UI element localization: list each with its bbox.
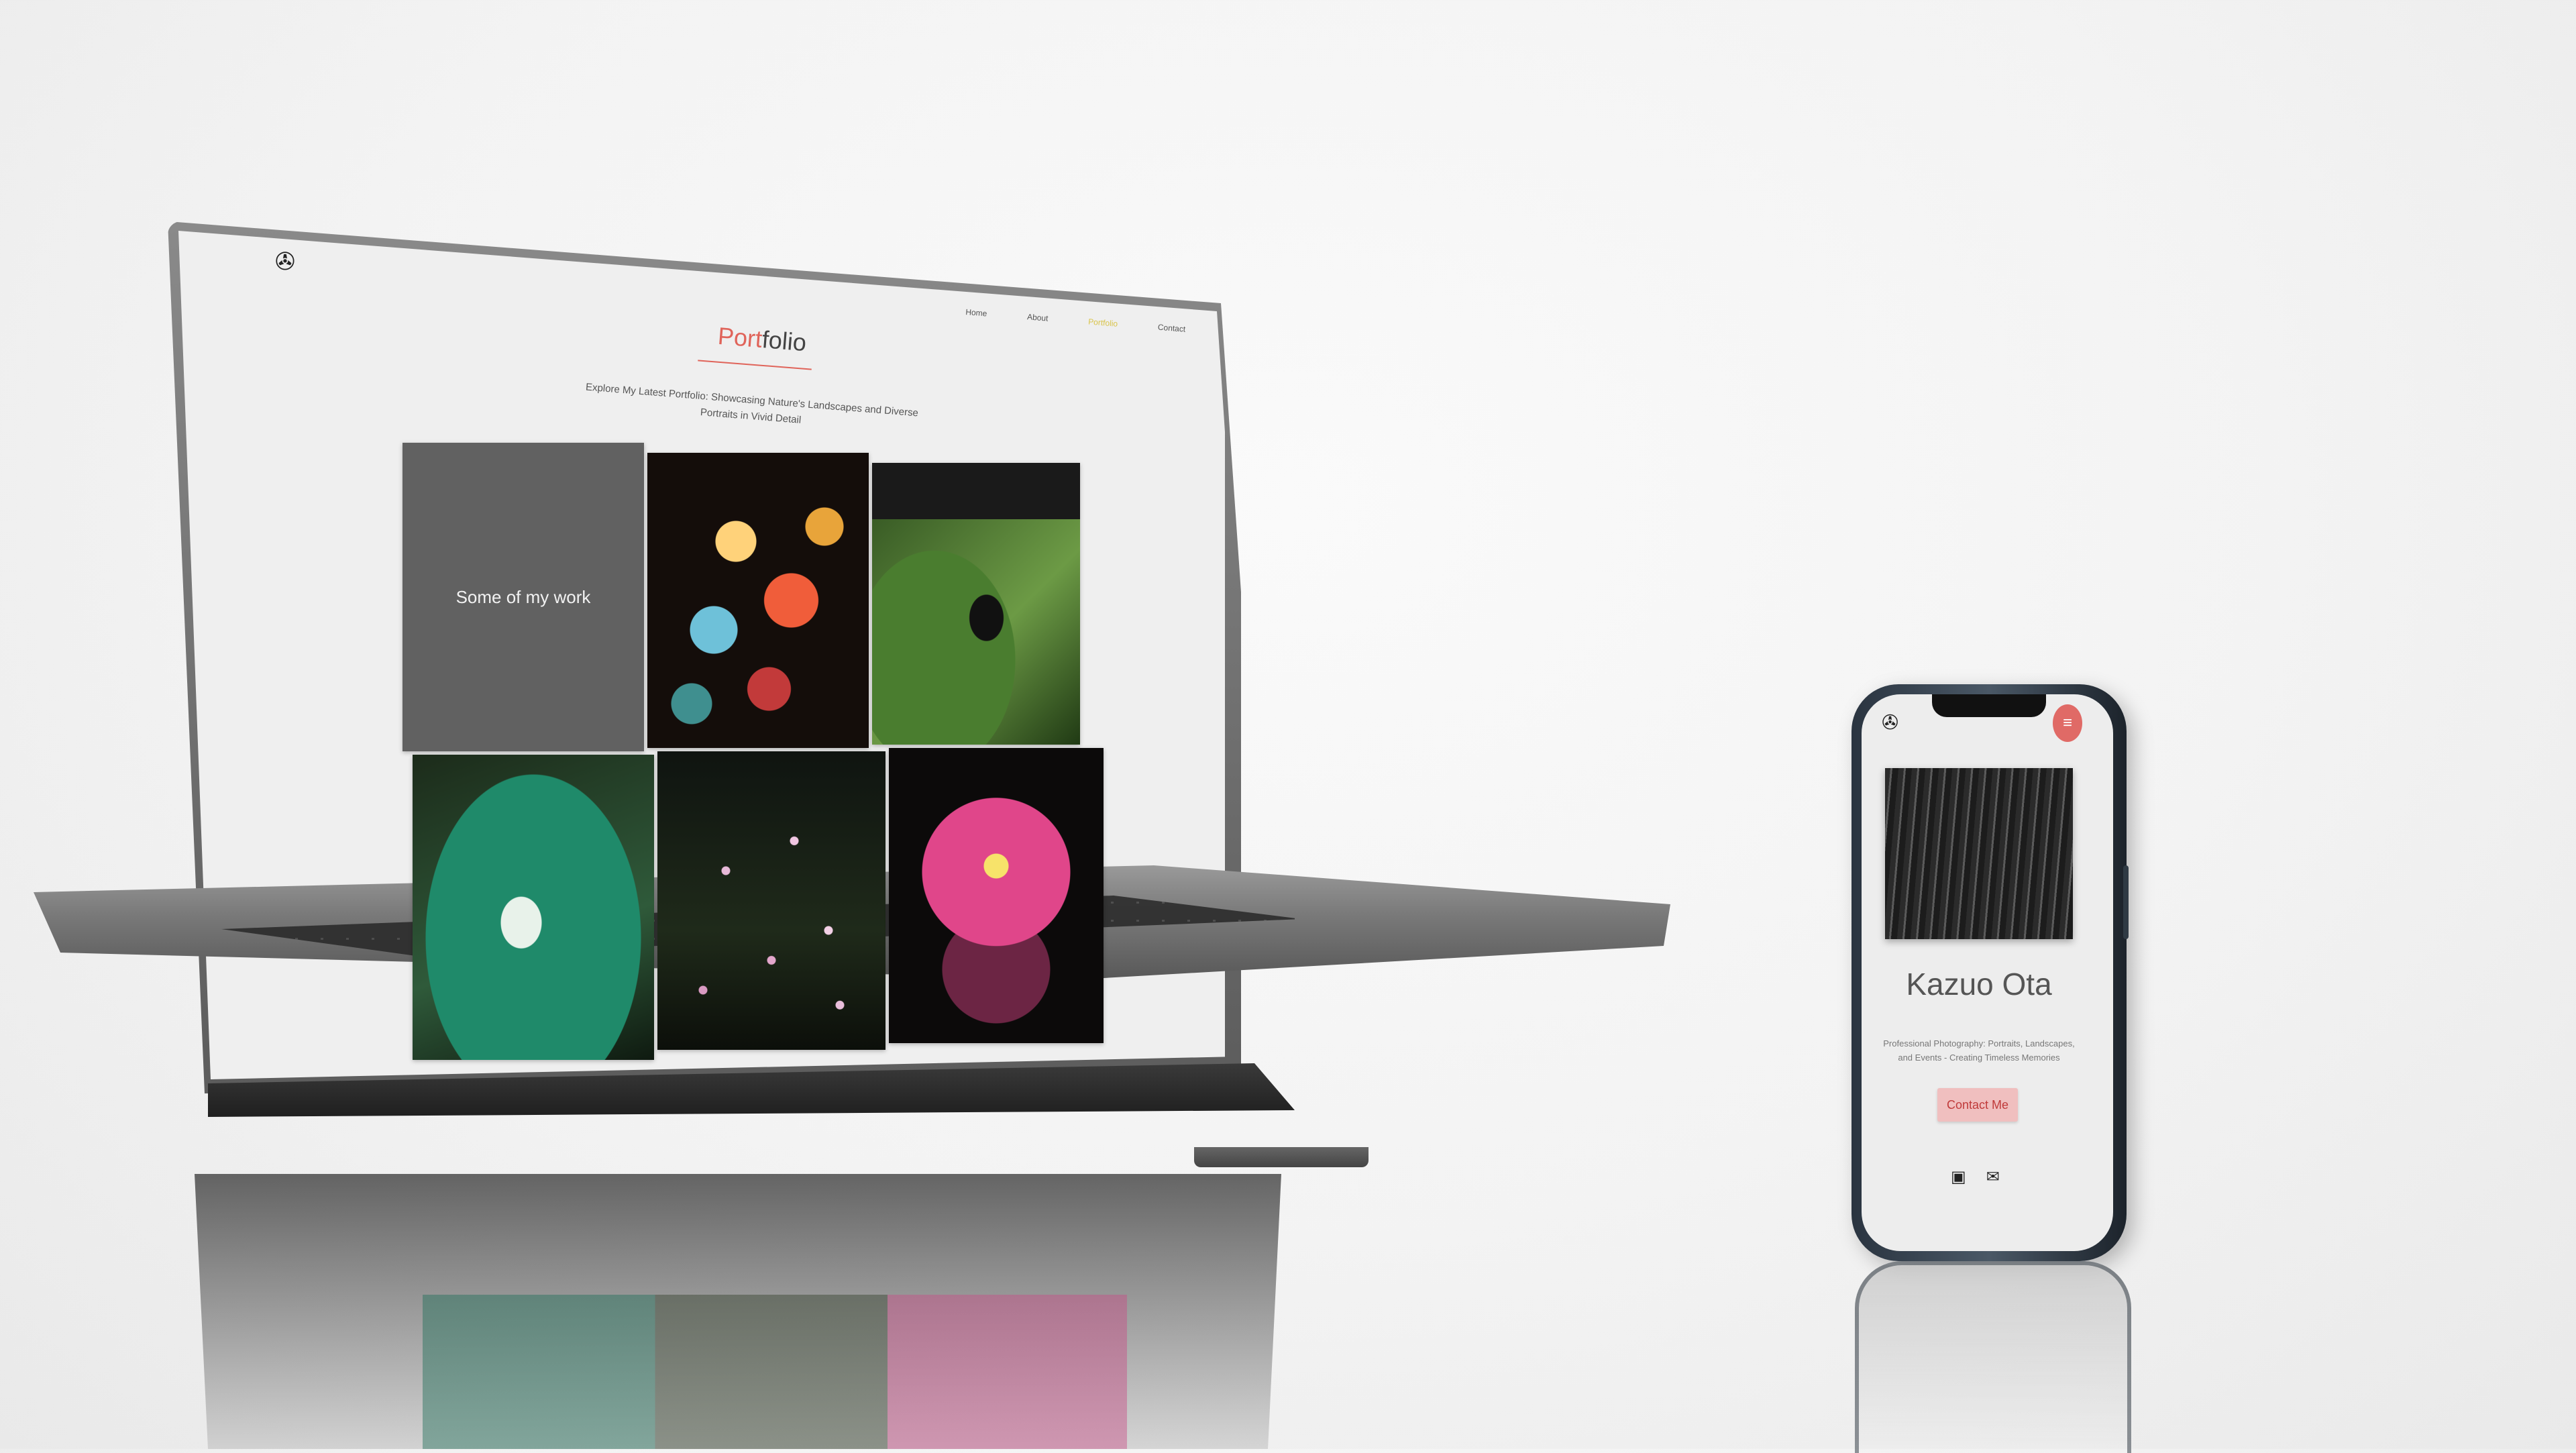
nav-about-link[interactable]: About — [1027, 312, 1049, 323]
laptop-notch — [1194, 1147, 1368, 1167]
hamburger-menu-icon[interactable]: ≡ — [2053, 704, 2082, 742]
phone-reflection — [1855, 1261, 2131, 1453]
hero-photo — [1885, 768, 2073, 939]
phone-side-button — [2123, 865, 2129, 939]
gallery-intro-tile: Some of my work — [402, 443, 644, 751]
gallery-reflection — [423, 1295, 1127, 1449]
gallery-photo-river-boat[interactable] — [413, 755, 654, 1060]
instagram-icon[interactable]: ▣ — [1951, 1167, 1966, 1187]
portfolio-gallery: Some of my work — [402, 443, 1114, 1067]
social-links: ▣ ✉ — [1951, 1167, 2000, 1187]
aperture-icon[interactable]: ✇ — [272, 248, 299, 275]
phone-notch — [1932, 694, 2046, 717]
page-title-rest: folio — [761, 325, 808, 357]
gallery-photo-lanterns[interactable] — [647, 453, 869, 748]
photographer-name: Kazuo Ota — [1906, 967, 2052, 1002]
gallery-photo-blossoms[interactable] — [657, 751, 885, 1050]
nav-home-link[interactable]: Home — [965, 307, 987, 318]
aperture-icon[interactable]: ✇ — [1882, 711, 1898, 735]
contact-me-button[interactable]: Contact Me — [1937, 1088, 2018, 1122]
contact-me-label: Contact Me — [1946, 1097, 2009, 1112]
gallery-intro-text: Some of my work — [455, 586, 591, 607]
page-title-accent: Port — [716, 321, 763, 353]
gallery-photo-bridge-walker[interactable] — [872, 463, 1080, 745]
gallery-photo-lotus[interactable] — [889, 748, 1104, 1043]
mail-icon[interactable]: ✉ — [1986, 1167, 2000, 1187]
tagline: Professional Photography: Portraits, Lan… — [1883, 1038, 2075, 1063]
